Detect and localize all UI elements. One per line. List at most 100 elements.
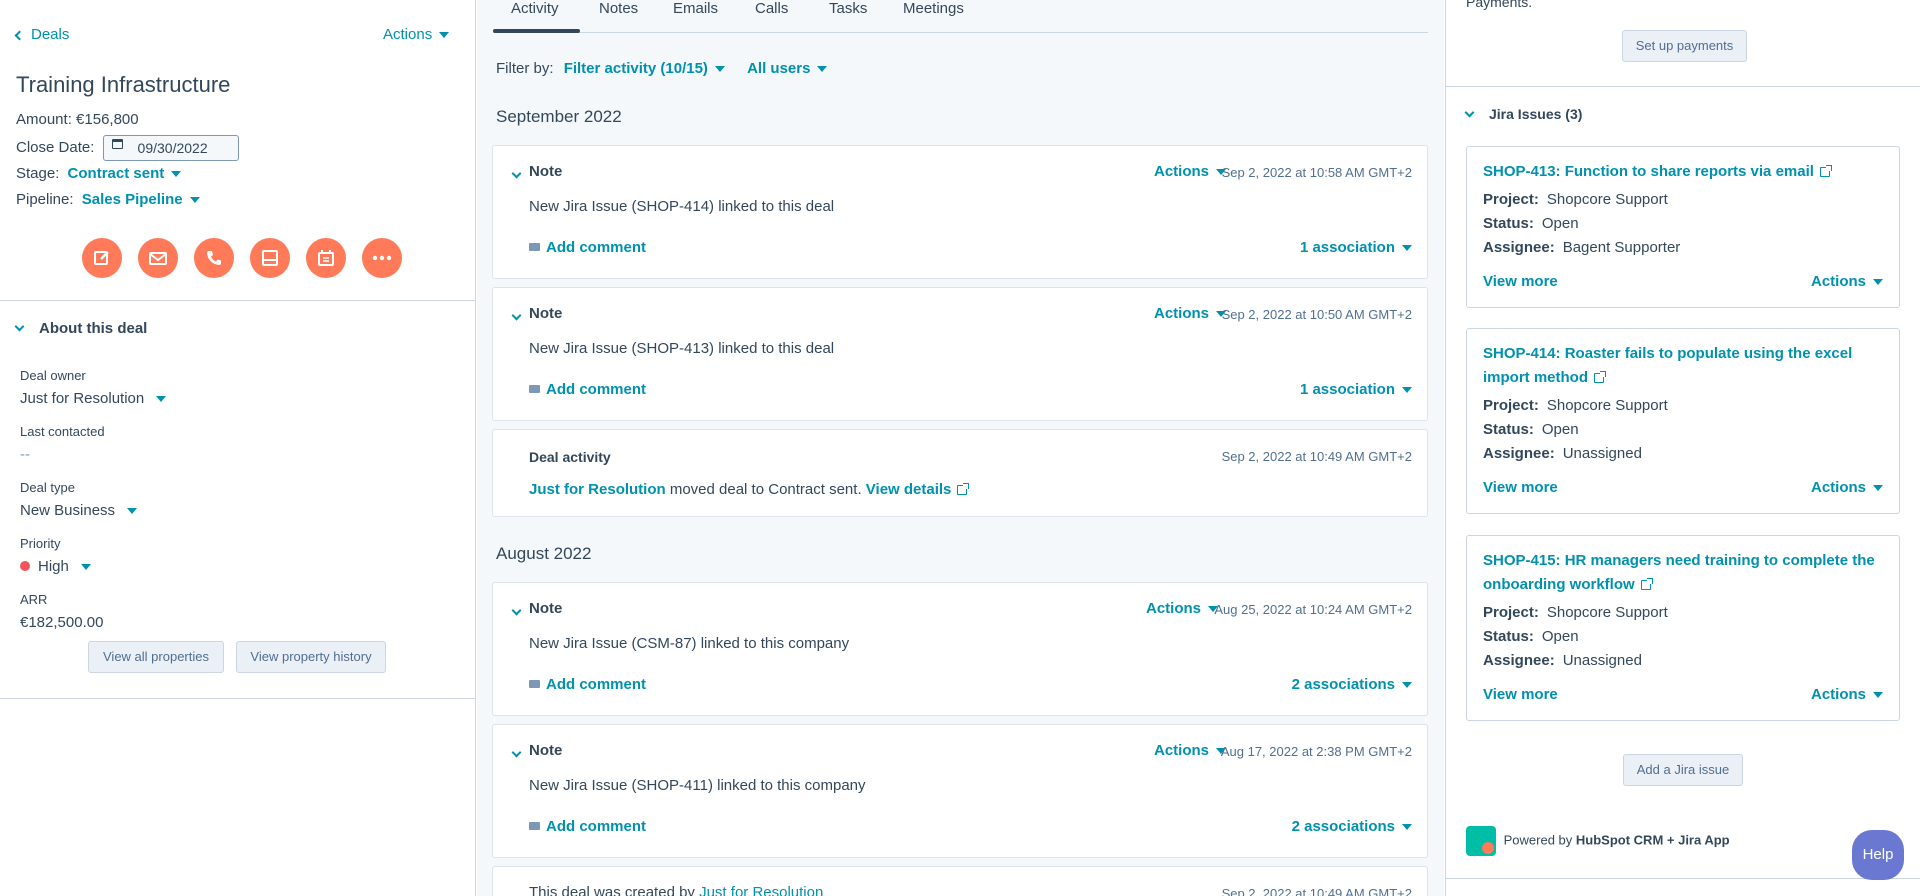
back-label: Deals	[31, 26, 70, 43]
chevron-down-icon[interactable]	[511, 605, 522, 616]
card-actions-dropdown[interactable]: Actions	[1154, 305, 1227, 322]
tab-calls[interactable]: Calls	[755, 0, 788, 17]
card-actions-dropdown[interactable]: Actions	[1146, 600, 1219, 617]
assignee-value: Unassigned	[1562, 652, 1642, 669]
view-details-label: View details	[865, 481, 952, 498]
priority-dropdown[interactable]: High	[20, 558, 91, 575]
tab-tasks[interactable]: Tasks	[829, 0, 867, 17]
tab-activity[interactable]: Activity	[511, 0, 559, 17]
jira-issue-card: SHOP-415: HR managers need training to c…	[1466, 535, 1900, 721]
card-actions-label: Actions	[1154, 163, 1210, 180]
card-actions-dropdown[interactable]: Actions	[1154, 163, 1227, 180]
jira-actions-dropdown[interactable]: Actions	[1811, 479, 1883, 496]
tab-emails[interactable]: Emails	[673, 0, 718, 17]
status-label: Status:	[1483, 421, 1534, 438]
tab-notes[interactable]: Notes	[599, 0, 638, 17]
meeting-icon	[318, 250, 334, 266]
chevron-down-icon[interactable]	[511, 747, 522, 758]
note-button[interactable]	[82, 238, 122, 278]
jira-issue-card: SHOP-414: Roaster fails to populate usin…	[1466, 328, 1900, 514]
call-icon	[207, 251, 221, 265]
more-icon	[372, 255, 392, 261]
jira-issue-link[interactable]: SHOP-413: Function to share reports via …	[1483, 160, 1883, 184]
card-body: New Jira Issue (CSM-87) linked to this c…	[529, 635, 850, 652]
deal-type-dropdown[interactable]: New Business	[20, 502, 138, 519]
associations-dropdown[interactable]: 1 association	[1300, 381, 1412, 398]
jira-actions-dropdown[interactable]: Actions	[1811, 273, 1883, 290]
associations-label: 1 association	[1299, 239, 1395, 256]
add-comment-button[interactable]: Add comment	[529, 239, 646, 256]
jira-actions-label: Actions	[1810, 273, 1866, 290]
view-all-properties-button[interactable]: View all properties	[88, 641, 224, 673]
note-card: Note Actions Aug 25, 2022 at 10:24 AM GM…	[492, 582, 1428, 716]
associations-dropdown[interactable]: 2 associations	[1292, 818, 1412, 835]
card-timestamp: Sep 2, 2022 at 10:58 AM GMT+2	[1221, 165, 1412, 180]
add-comment-label: Add comment	[546, 239, 647, 256]
view-more-link[interactable]: View more	[1483, 686, 1558, 703]
deal-owner-dropdown[interactable]: Just for Resolution	[20, 390, 167, 407]
amount-value[interactable]: €156,800	[76, 111, 139, 128]
stage-dropdown[interactable]: Contract sent	[68, 165, 182, 182]
task-button[interactable]	[250, 238, 290, 278]
note-icon	[94, 251, 109, 265]
back-to-deals-link[interactable]: Deals	[14, 26, 70, 43]
caret-down-icon	[1873, 279, 1883, 286]
chevron-down-icon	[1464, 107, 1475, 118]
associations-label: 2 associations	[1291, 676, 1395, 693]
view-more-link[interactable]: View more	[1483, 273, 1558, 290]
chevron-down-icon[interactable]	[511, 310, 522, 321]
assignee-label: Assignee:	[1483, 239, 1555, 256]
assignee-value: Unassigned	[1562, 445, 1642, 462]
add-comment-button[interactable]: Add comment	[529, 676, 646, 693]
chevron-down-icon[interactable]	[511, 168, 522, 179]
card-timestamp: Sep 2, 2022 at 10:50 AM GMT+2	[1221, 307, 1412, 322]
associations-dropdown[interactable]: 1 association	[1300, 239, 1412, 256]
associations-label: 2 associations	[1291, 818, 1395, 835]
email-button[interactable]	[138, 238, 178, 278]
jira-actions-dropdown[interactable]: Actions	[1811, 686, 1883, 703]
card-timestamp: Aug 25, 2022 at 10:24 AM GMT+2	[1214, 602, 1412, 617]
last-contacted-value: --	[20, 446, 30, 463]
view-details-link[interactable]: View details	[865, 481, 970, 498]
add-comment-label: Add comment	[546, 381, 647, 398]
email-icon	[149, 252, 167, 265]
add-jira-issue-button[interactable]: Add a Jira issue	[1623, 754, 1743, 786]
filter-activity-dropdown[interactable]: Filter activity (10/15)	[564, 60, 725, 77]
deal-type-label: Deal type	[20, 480, 75, 495]
caret-down-icon	[1402, 682, 1412, 689]
deal-actions-dropdown[interactable]: Actions	[383, 26, 450, 43]
jira-issue-title: SHOP-413: Function to share reports via …	[1483, 163, 1814, 180]
add-comment-label: Add comment	[546, 818, 647, 835]
more-button[interactable]	[362, 238, 402, 278]
payments-text: Payments.	[1466, 0, 1533, 10]
associations-dropdown[interactable]: 2 associations	[1292, 676, 1412, 693]
setup-payments-button[interactable]: Set up payments	[1622, 30, 1747, 62]
call-button[interactable]	[194, 238, 234, 278]
comment-icon	[529, 243, 540, 252]
card-actions-dropdown[interactable]: Actions	[1154, 742, 1227, 759]
meeting-button[interactable]	[306, 238, 346, 278]
deal-title: Training Infrastructure	[16, 72, 231, 97]
created-actor-link[interactable]: Just for Resolution	[699, 884, 823, 896]
deal-owner-label: Deal owner	[20, 368, 86, 383]
powered-prefix: Powered by	[1503, 832, 1573, 848]
tab-meetings[interactable]: Meetings	[903, 0, 964, 17]
add-comment-button[interactable]: Add comment	[529, 818, 646, 835]
view-more-link[interactable]: View more	[1483, 479, 1558, 496]
active-tab-indicator	[493, 29, 580, 33]
project-value: Shopcore Support	[1546, 397, 1668, 414]
deal-activity-card: Deal activity Sep 2, 2022 at 10:49 AM GM…	[492, 429, 1428, 517]
about-section-toggle[interactable]: About this deal	[14, 320, 148, 337]
add-comment-label: Add comment	[546, 676, 647, 693]
view-property-history-button[interactable]: View property history	[236, 641, 386, 673]
about-title: About this deal	[39, 320, 148, 337]
actor-link[interactable]: Just for Resolution	[529, 481, 666, 498]
close-date-input[interactable]: 09/30/2022	[102, 135, 239, 161]
all-users-dropdown[interactable]: All users	[747, 60, 828, 77]
add-comment-button[interactable]: Add comment	[529, 381, 646, 398]
jira-section-toggle[interactable]: Jira Issues (3)	[1464, 106, 1582, 122]
jira-issue-link[interactable]: SHOP-414: Roaster fails to populate usin…	[1483, 342, 1883, 390]
pipeline-dropdown[interactable]: Sales Pipeline	[82, 191, 200, 208]
jira-issue-link[interactable]: SHOP-415: HR managers need training to c…	[1483, 549, 1883, 597]
help-button[interactable]: Help	[1852, 830, 1904, 880]
